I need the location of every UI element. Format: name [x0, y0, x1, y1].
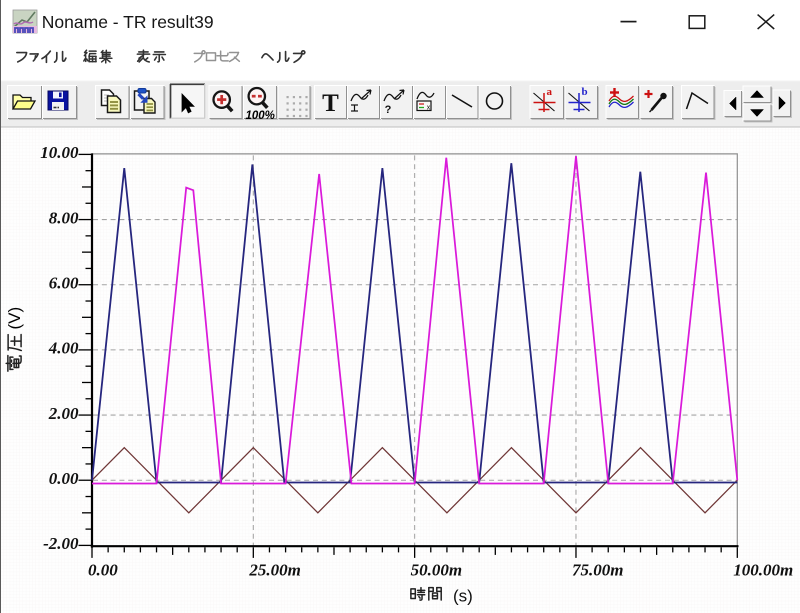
svg-text:25.00m: 25.00m [248, 561, 300, 580]
svg-text:2.00: 2.00 [48, 404, 79, 423]
svg-text:0.00: 0.00 [88, 561, 118, 580]
svg-text:8.00: 8.00 [49, 208, 79, 227]
svg-text:75.00m: 75.00m [572, 561, 623, 580]
svg-text:50.00m: 50.00m [411, 561, 462, 580]
svg-text:b: b [582, 86, 588, 98]
svg-text:(s): (s) [453, 587, 473, 606]
svg-text:0.00: 0.00 [49, 469, 79, 488]
svg-text:x: x [427, 105, 431, 112]
svg-text:100.00m: 100.00m [733, 561, 793, 580]
svg-text:T: T [322, 90, 339, 117]
svg-text:4.00: 4.00 [48, 339, 79, 358]
svg-text:10.00: 10.00 [40, 143, 79, 162]
svg-text:6.00: 6.00 [49, 274, 79, 293]
svg-text:?: ? [385, 104, 392, 116]
svg-text:a: a [547, 86, 553, 98]
svg-text:Noname - TR result39: Noname - TR result39 [42, 12, 214, 32]
svg-text:100%: 100% [246, 110, 275, 122]
svg-text:-2.00: -2.00 [43, 534, 79, 553]
svg-text:(V): (V) [5, 307, 24, 330]
